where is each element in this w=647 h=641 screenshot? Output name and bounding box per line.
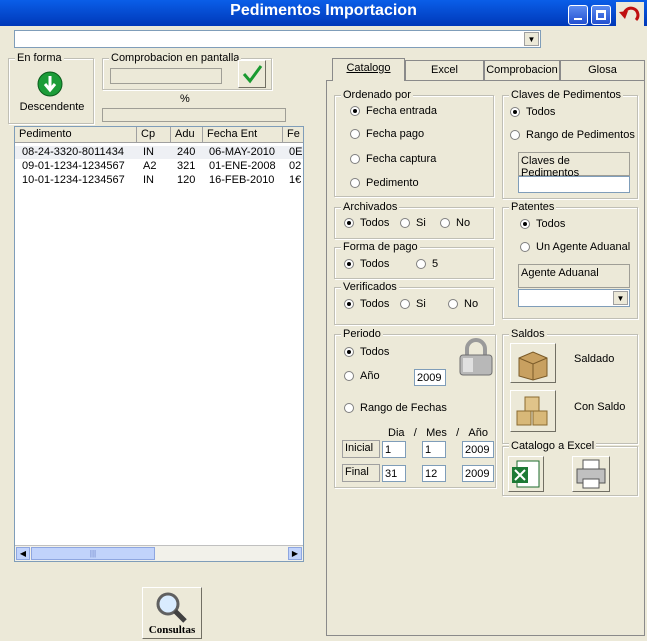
- tab-comprobacion[interactable]: Comprobacion: [484, 60, 560, 80]
- maximize-button[interactable]: [591, 5, 611, 25]
- order-direction-button[interactable]: [36, 70, 64, 98]
- radio-pedimento[interactable]: Pedimento: [350, 177, 419, 189]
- radio-un-agente-aduanal[interactable]: Un Agente Aduanal: [520, 241, 630, 253]
- tab-glosa[interactable]: Glosa: [560, 60, 645, 80]
- magnifier-icon: [156, 592, 187, 623]
- inicial-label: Inicial: [342, 440, 380, 458]
- con-saldo-button[interactable]: [510, 390, 556, 432]
- column-header-pedimento[interactable]: Pedimento: [15, 127, 137, 143]
- radio-periodo-todos[interactable]: Todos: [344, 346, 389, 358]
- table-row[interactable]: 09-01-1234-1234567 A2 321 01-ENE-2008 02: [15, 160, 303, 173]
- radio-fecha-pago[interactable]: Fecha pago: [350, 128, 424, 140]
- claves-input[interactable]: [518, 176, 630, 193]
- radio-rango-fechas[interactable]: Rango de Fechas: [344, 402, 447, 414]
- check-icon: [242, 65, 263, 84]
- chevron-down-icon: ▼: [613, 291, 628, 305]
- final-dia-input[interactable]: 31: [382, 465, 406, 482]
- radio-fecha-captura[interactable]: Fecha captura: [350, 153, 436, 165]
- down-arrow-icon: [37, 71, 63, 97]
- radio-periodo-anio[interactable]: Año: [344, 370, 380, 382]
- boxes-icon: [516, 396, 548, 426]
- tab-catalogo[interactable]: Catalogo: [332, 58, 405, 81]
- printer-icon: [576, 459, 606, 489]
- column-header-fe[interactable]: Fe: [283, 127, 303, 143]
- order-direction-label: Descendente: [19, 101, 85, 113]
- radio-verificados-si[interactable]: Si: [400, 298, 426, 310]
- pedimentos-list[interactable]: Pedimento Cp Adu Fecha Ent Fe 08-24-3320…: [14, 126, 304, 562]
- column-header-adu[interactable]: Adu: [171, 127, 203, 143]
- column-header-cp[interactable]: Cp: [137, 127, 171, 143]
- scroll-right-icon[interactable]: ▶: [288, 547, 302, 560]
- saldado-button[interactable]: [510, 343, 556, 383]
- radio-verificados-no[interactable]: No: [448, 298, 478, 310]
- inicial-dia-input[interactable]: 1: [382, 441, 406, 458]
- con-saldo-label: Con Saldo: [574, 401, 626, 413]
- radio-archivados-todos[interactable]: Todos: [344, 217, 389, 229]
- final-mes-input[interactable]: 12: [422, 465, 446, 482]
- top-combo[interactable]: ▼: [14, 30, 541, 48]
- inicial-anio-input[interactable]: 2009: [462, 441, 494, 458]
- box-icon: [518, 351, 548, 381]
- agente-aduanal-label: Agente Aduanal: [518, 264, 630, 288]
- export-excel-button[interactable]: [508, 456, 544, 492]
- undo-button[interactable]: [616, 2, 644, 26]
- final-anio-input[interactable]: 2009: [462, 465, 494, 482]
- confirm-check-button[interactable]: [238, 60, 266, 88]
- inicial-mes-input[interactable]: 1: [422, 441, 446, 458]
- print-button[interactable]: [572, 456, 610, 492]
- radio-archivados-no[interactable]: No: [440, 217, 470, 229]
- radio-forma-pago-todos[interactable]: Todos: [344, 258, 389, 270]
- radio-verificados-todos[interactable]: Todos: [344, 298, 389, 310]
- radio-patentes-todos[interactable]: Todos: [520, 218, 565, 230]
- percent-label: %: [180, 93, 190, 105]
- excel-icon: [512, 460, 540, 488]
- anio-input[interactable]: 2009: [414, 369, 446, 386]
- minimize-button[interactable]: [568, 5, 588, 25]
- percent-progress: [102, 108, 286, 122]
- horizontal-scrollbar[interactable]: ◀ ||| ▶: [15, 545, 303, 561]
- table-row[interactable]: 10-01-1234-1234567 IN 120 16-FEB-2010 1€: [15, 174, 303, 187]
- lock-icon: [454, 336, 498, 378]
- saldado-label: Saldado: [574, 353, 615, 365]
- consultas-label: Consultas: [148, 624, 196, 636]
- chevron-down-icon: ▼: [524, 32, 539, 46]
- consultas-button[interactable]: Consultas: [142, 587, 202, 639]
- radio-claves-todos[interactable]: Todos: [510, 106, 555, 118]
- agente-aduanal-combo[interactable]: ▼: [518, 289, 630, 307]
- tab-excel[interactable]: Excel: [405, 60, 484, 80]
- radio-forma-pago-5[interactable]: 5: [416, 258, 438, 270]
- scroll-left-icon[interactable]: ◀: [16, 547, 30, 560]
- radio-rango-pedimentos[interactable]: Rango de Pedimentos: [510, 129, 635, 141]
- window-title: Pedimentos Importacion: [230, 2, 417, 19]
- scroll-thumb[interactable]: |||: [31, 547, 155, 560]
- minimize-icon: [574, 18, 582, 20]
- radio-archivados-si[interactable]: Si: [400, 217, 426, 229]
- undo-icon: [619, 6, 640, 22]
- radio-fecha-entrada[interactable]: Fecha entrada: [350, 105, 437, 117]
- date-grid-header: Dia / Mes / Año: [382, 426, 494, 440]
- comprobacion-progress: [110, 68, 222, 84]
- final-label: Final: [342, 464, 380, 482]
- claves-field-label: Claves de Pedimentos: [518, 152, 630, 179]
- maximize-icon: [596, 10, 606, 20]
- column-header-fecha-ent[interactable]: Fecha Ent: [203, 127, 283, 143]
- table-row[interactable]: 08-24-3320-8011434 IN 240 06-MAY-2010 0E: [15, 146, 303, 159]
